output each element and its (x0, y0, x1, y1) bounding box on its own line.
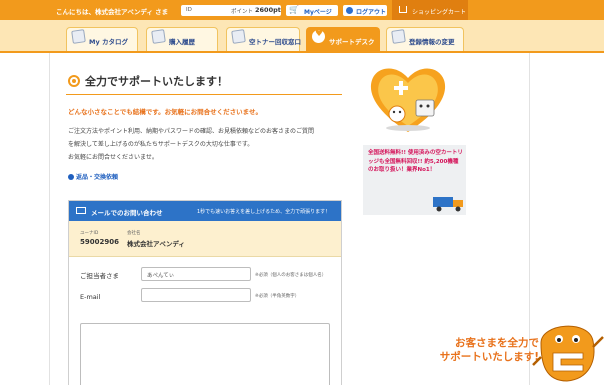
form-header-note: 1秒でも速いお答えを差し上げるため、全力で頑張ります！ (197, 209, 331, 215)
tab-support-desk[interactable]: サポートデスク (306, 27, 380, 51)
mypage-label: Myページ (304, 9, 332, 16)
tab-toner-collection[interactable]: 空トナー回収窓口 (226, 27, 301, 51)
page-title: 全力でサポートいたします！ (85, 75, 228, 88)
inquiry-textarea[interactable] (80, 323, 330, 385)
email-note: ※必須（半角英数字） (255, 294, 300, 299)
toner-icon (231, 29, 246, 44)
mascot-message: お客さまを全力で サポートいたします! (399, 336, 539, 364)
return-exchange-link[interactable]: 返品・交換依頼 (68, 172, 118, 181)
mascot-line-1: お客さまを全力で (455, 337, 539, 349)
support-heart-illustration (370, 68, 446, 132)
promo-text: 全国送料無料!! 使用済みの空カートリッジも全国無料回収!! 約5,200機種の… (368, 150, 463, 173)
user-id-value: 59002906 (80, 238, 119, 246)
intro-line-1: ご注文方法やポイント利用、納期やパスワードの確認、お見積依頼などのお客さまのご質… (68, 128, 315, 135)
contact-person-label: ご担当者さま (80, 272, 119, 280)
logout-icon (346, 7, 353, 14)
form-header: メールでのお問い合わせ 1秒でも速いお答えを差し上げるため、全力で頑張ります！ (69, 201, 341, 221)
intro-line-3: お気軽にお問合せくださいませ。 (68, 154, 158, 161)
customer-info: ユーナID 59002906 会社名 株式会社アペンディ (69, 221, 341, 257)
mascot-line-2: サポートいたします! (439, 351, 539, 363)
main-nav: My カタログ 購入履歴 空トナー回収窓口 サポートデスク 登録情報の変更 (0, 20, 604, 51)
account-info-box: ID ポイント 2600pt (181, 5, 281, 16)
truck-icon (433, 197, 463, 212)
tab-label: 登録情報の変更 (409, 38, 455, 46)
tab-registration-info[interactable]: 登録情報の変更 (386, 27, 464, 51)
top-bar: こんにちは、株式会社アペンディ さま ID ポイント 2600pt 🛒 Myペー… (0, 0, 604, 20)
mypage-button[interactable]: 🛒 Myページ (286, 5, 338, 16)
heart-icon (312, 29, 325, 43)
shopping-cart-button[interactable]: ショッピングカート (392, 0, 468, 20)
email-label: E-mail (80, 293, 101, 301)
greeting-text: こんにちは、株式会社アペンディ さま (56, 8, 169, 16)
mail-contact-form: メールでのお問い合わせ 1秒でも速いお答えを差し上げるため、全力で頑張ります！ … (68, 200, 342, 385)
company-label: 会社名 (127, 231, 141, 236)
intro-line-2: を解決して差し上げるのが私たちサポートデスクの大切な仕事です。 (68, 141, 254, 148)
tab-label: サポートデスク (329, 38, 375, 46)
mascot-character (532, 325, 604, 382)
points-label: ポイント (231, 9, 254, 15)
cart-label: ショッピングカート (412, 9, 467, 16)
points-value: 2600pt (255, 6, 281, 14)
company-value: 株式会社アペンディ (127, 240, 185, 248)
tab-label: My カタログ (89, 38, 128, 46)
lead-text: どんな小さなことでも結構です。お気軽にお問合せくださいませ。 (68, 108, 262, 116)
logout-label: ログアウト (356, 9, 387, 16)
history-icon (151, 29, 166, 44)
contact-person-note: ※必須（個人のお客さまは個人名） (255, 273, 327, 278)
title-underline (66, 94, 342, 95)
logout-button[interactable]: ログアウト (343, 5, 387, 16)
return-exchange-label: 返品・交換依頼 (76, 174, 119, 181)
title-bullet-icon (68, 75, 80, 87)
tab-label: 購入履歴 (169, 38, 195, 46)
content-border-left (49, 53, 50, 385)
contact-person-field[interactable]: あぺんてぃ (141, 267, 251, 281)
catalog-icon (71, 29, 86, 44)
email-field[interactable] (141, 288, 251, 302)
envelope-icon (76, 207, 86, 214)
cart-icon: 🛒 (289, 5, 299, 14)
tab-label: 空トナー回収窓口 (249, 38, 301, 46)
user-id-label: ユーナID (80, 231, 99, 236)
tab-purchase-history[interactable]: 購入履歴 (146, 27, 218, 51)
tab-my-catalog[interactable]: My カタログ (66, 27, 138, 51)
nav-divider (0, 51, 604, 53)
basket-icon (399, 6, 407, 13)
id-label: ID (186, 7, 192, 13)
arrow-right-icon (68, 174, 74, 180)
profile-icon (391, 29, 406, 44)
form-title: メールでのお問い合わせ (91, 209, 163, 217)
